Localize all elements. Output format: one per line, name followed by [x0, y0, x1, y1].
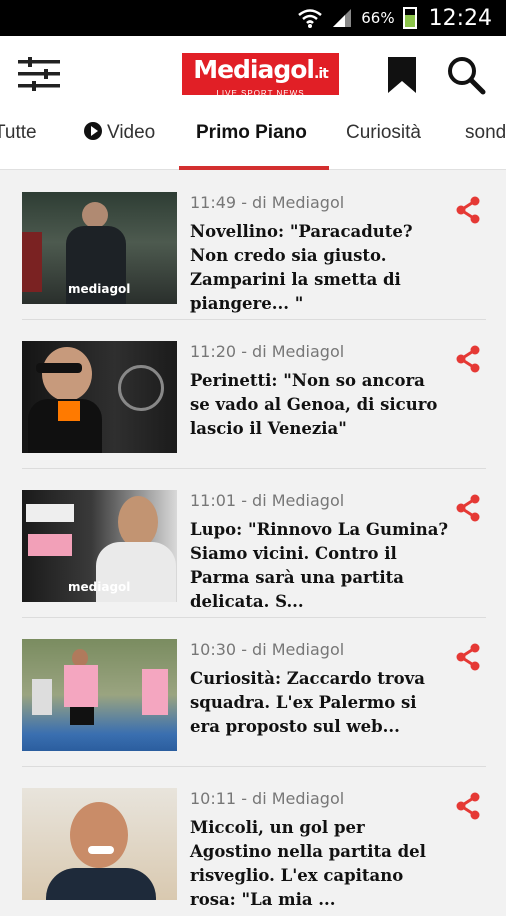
tab-video[interactable]: Video — [84, 114, 155, 170]
article-item[interactable]: 10:11 - di Mediagol Miccoli, un gol per … — [0, 767, 506, 916]
mediagol-logo[interactable]: Mediagol.it LIVE SPORT NEWS — [182, 53, 339, 98]
article-thumbnail — [22, 639, 177, 751]
share-icon[interactable] — [453, 344, 483, 374]
clock: 12:24 — [428, 5, 492, 31]
thumb-watermark: mediagol — [68, 282, 131, 296]
active-tab-indicator — [179, 166, 329, 170]
logo-suffix: .it — [314, 66, 329, 82]
article-thumbnail — [22, 788, 177, 900]
tab-sondaggi[interactable]: sond — [465, 114, 506, 170]
article-headline: Lupo: "Rinnovo La Gumina? Siamo vicini. … — [190, 520, 449, 611]
tab-label: Primo Piano — [196, 122, 307, 143]
article-meta: 10:11 - di Mediagol — [190, 789, 345, 808]
logo-text: Mediagol — [193, 55, 315, 84]
article-meta: 11:20 - di Mediagol — [190, 342, 345, 361]
tab-tutte[interactable]: Tutte — [0, 114, 37, 170]
logo-tagline: LIVE SPORT NEWS — [216, 89, 305, 98]
article-thumbnail — [22, 341, 177, 453]
bookmark-icon[interactable] — [385, 55, 419, 95]
article-thumbnail: mediagol — [22, 192, 177, 304]
app-bar: Mediagol.it LIVE SPORT NEWS — [0, 36, 506, 114]
article-item[interactable]: 11:20 - di Mediagol Perinetti: "Non so a… — [0, 320, 506, 469]
thumb-watermark: mediagol — [68, 580, 131, 594]
article-meta: 11:01 - di Mediagol — [190, 491, 345, 510]
article-meta: 10:30 - di Mediagol — [190, 640, 345, 659]
battery-icon — [402, 7, 417, 29]
category-tabs: Tutte Video Primo Piano Curiosità sond — [0, 114, 506, 170]
article-meta: 11:49 - di Mediagol — [190, 193, 345, 212]
article-item[interactable]: 10:30 - di Mediagol Curiosità: Zaccardo … — [0, 618, 506, 767]
article-item[interactable]: mediagol 11:49 - di Mediagol Novellino: … — [0, 171, 506, 320]
article-headline: Novellino: "Paracadute? Non credo sia gi… — [190, 222, 413, 313]
tab-curiosita[interactable]: Curiosità — [346, 114, 421, 170]
search-icon[interactable] — [445, 54, 487, 96]
tab-label: Curiosità — [346, 122, 421, 143]
share-icon[interactable] — [453, 791, 483, 821]
article-headline: Perinetti: "Non so ancora se vado al Gen… — [190, 371, 438, 438]
article-thumbnail: mediagol — [22, 490, 177, 602]
tab-label: Video — [107, 122, 156, 143]
tab-label: Tutte — [0, 122, 37, 143]
play-icon — [84, 122, 102, 140]
wifi-icon — [298, 9, 323, 28]
tab-label: sond — [465, 122, 506, 143]
article-item[interactable]: mediagol 11:01 - di Mediagol Lupo: "Rinn… — [0, 469, 506, 618]
menu-icon[interactable] — [18, 56, 60, 92]
share-icon[interactable] — [453, 493, 483, 523]
signal-icon — [333, 9, 352, 27]
tab-primo-piano[interactable]: Primo Piano — [196, 114, 307, 170]
article-headline: Curiosità: Zaccardo trova squadra. L'ex … — [190, 669, 425, 736]
article-list: mediagol 11:49 - di Mediagol Novellino: … — [0, 171, 506, 916]
article-headline: Miccoli, un gol per Agostino nella parti… — [190, 818, 426, 909]
share-icon[interactable] — [453, 642, 483, 672]
share-icon[interactable] — [453, 195, 483, 225]
status-bar: 66% 12:24 — [0, 0, 506, 36]
battery-percent: 66% — [361, 9, 395, 27]
